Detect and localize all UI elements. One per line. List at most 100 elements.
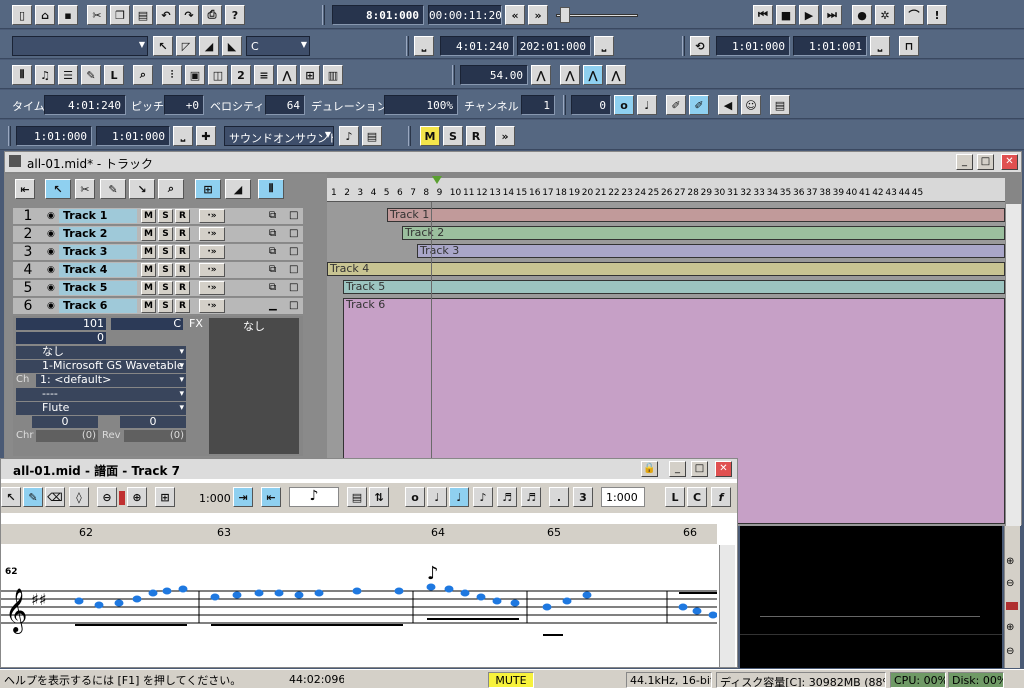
thirtysecond-note-icon[interactable]: ♬ <box>521 487 541 507</box>
track-solo-button[interactable]: S <box>158 263 173 277</box>
track-name[interactable]: Track 6 <box>59 299 137 313</box>
studioware-icon[interactable]: ⊞ <box>300 65 320 85</box>
stop-icon[interactable]: ■ <box>776 5 796 25</box>
track-maximize-icon[interactable]: □ <box>289 228 298 239</box>
patch-select[interactable]: Flute <box>16 402 186 415</box>
position-slider-thumb[interactable] <box>560 7 570 23</box>
track-row[interactable]: 4 ◉ Track 4 M S R ·» ⧉ □ <box>13 262 303 279</box>
score-window-titlebar[interactable]: all-01.mid - 譜面 - Track 7 <box>1 459 737 479</box>
automation-icon[interactable]: ◢ <box>225 179 251 199</box>
track-fx-icon[interactable]: ·» <box>199 209 225 223</box>
track-maximize-icon[interactable]: □ <box>289 300 298 311</box>
now-marker-icon[interactable] <box>432 176 442 184</box>
track-solo-button[interactable]: S <box>158 299 173 313</box>
rewind-marker-icon[interactable]: « <box>505 5 525 25</box>
tempo-ratio1-icon[interactable]: ⋀ <box>560 65 580 85</box>
from-time-display[interactable]: 4:01:240 <box>440 36 514 56</box>
track-window-titlebar[interactable]: all-01.mid* - トラック <box>5 152 1021 172</box>
track-mute-button[interactable]: M <box>141 263 156 277</box>
clip-track-3[interactable]: Track 3 <box>417 244 1005 258</box>
zoom-scrollbar[interactable]: ⊕ ⊖ ⊕ ⊖ <box>1004 526 1020 668</box>
pencil-tool-icon[interactable]: ✎ <box>23 487 43 507</box>
record-icon[interactable]: ● <box>852 5 872 25</box>
grid-icon[interactable]: ⊞ <box>155 487 175 507</box>
track-restore-icon[interactable]: ⧉ <box>269 282 276 293</box>
loop-from-display[interactable]: 1:01:000 <box>716 36 790 56</box>
record-from-display[interactable]: 1:01:000 <box>16 126 92 146</box>
close-icon[interactable]: ✕ <box>715 461 732 477</box>
track-row[interactable]: 1 ◉ Track 1 M S R ·» ⧉ □ <box>13 208 303 225</box>
zoom-in-icon[interactable]: ⊕ <box>1006 556 1014 567</box>
clip-track-2[interactable]: Track 2 <box>402 226 1005 240</box>
select-tool-icon[interactable]: ◸ <box>176 36 196 56</box>
track-row[interactable]: 6 ◉ Track 6 M S R ·» ▁ □ <box>13 298 303 315</box>
track-mute-button[interactable]: M <box>141 227 156 241</box>
loop-to-display[interactable]: 1:01:001 <box>793 36 867 56</box>
track-fx-icon[interactable]: ·» <box>199 227 225 241</box>
track-fx-icon[interactable]: ·» <box>199 281 225 295</box>
punch-icon[interactable]: ⊓ <box>899 36 919 56</box>
go-to-end-icon[interactable]: ⏭ <box>822 5 842 25</box>
snap2-icon[interactable]: ⇤ <box>261 487 281 507</box>
smpte-time-display[interactable]: 00:00:11:20 <box>428 5 502 25</box>
loop-icon[interactable]: ⟲ <box>690 36 710 56</box>
track-arm-button[interactable]: R <box>175 227 190 241</box>
half-note-icon[interactable]: ♩ <box>427 487 447 507</box>
track-mute-button[interactable]: M <box>141 299 156 313</box>
eraser-tool-icon[interactable]: ⌫ <box>45 487 65 507</box>
track-maximize-icon[interactable]: □ <box>289 246 298 257</box>
zoom-slider-icon[interactable] <box>1006 602 1018 610</box>
tempo-insert-icon[interactable]: ⋀ <box>531 65 551 85</box>
draw-tool-icon[interactable]: ✎ <box>100 179 126 199</box>
open-folder-icon[interactable]: ⌂ <box>35 5 55 25</box>
track-arm-button[interactable]: R <box>175 299 190 313</box>
from-set-icon[interactable]: ⎵ <box>414 36 434 56</box>
metronome-icon[interactable]: ⌒ <box>904 5 924 25</box>
track-maximize-icon[interactable]: □ <box>289 264 298 275</box>
undo-icon[interactable]: ↶ <box>156 5 176 25</box>
marker-edit-icon[interactable]: ◣ <box>222 36 242 56</box>
pitch-value[interactable]: +0 <box>164 95 204 115</box>
staff-area[interactable]: 62 𝄞 ♯♯ ♪ <box>1 549 717 667</box>
cut-icon[interactable]: ✂ <box>87 5 107 25</box>
smile-icon[interactable]: ☺ <box>741 95 761 115</box>
staff-view-icon[interactable]: ♫ <box>35 65 55 85</box>
track-pane-toggle-icon[interactable]: ⇤ <box>15 179 35 199</box>
channel-value[interactable]: 1 <box>521 95 555 115</box>
duration-value[interactable]: 100% <box>384 95 458 115</box>
track-vertical-scrollbar[interactable] <box>1005 204 1021 526</box>
output-toggle-icon[interactable]: » <box>495 126 515 146</box>
track-row[interactable]: 3 ◉ Track 3 M S R ·» ⧉ □ <box>13 244 303 261</box>
track-maximize-icon[interactable]: □ <box>289 282 298 293</box>
now-time-display[interactable]: 8:01:000 <box>332 5 424 25</box>
auto-punch-icon[interactable]: ✲ <box>875 5 895 25</box>
channel-select[interactable]: 1: <default> <box>36 374 186 387</box>
forward-marker-icon[interactable]: » <box>528 5 548 25</box>
track-arm-button[interactable]: R <box>175 263 190 277</box>
meter-icon[interactable]: 2 <box>231 65 251 85</box>
zoom-in-icon[interactable]: ⊕ <box>1006 622 1014 633</box>
key-select[interactable]: C <box>246 36 310 56</box>
new-file-icon[interactable]: ▯ <box>12 5 32 25</box>
zoom-out-icon[interactable]: ⊖ <box>1006 646 1014 657</box>
play-icon[interactable]: ▶ <box>799 5 819 25</box>
clip-track-1[interactable]: Track 1 <box>387 208 1005 222</box>
cursor-tool-icon[interactable]: ↖ <box>153 36 173 56</box>
virtual-piano-icon[interactable]: ▥ <box>323 65 343 85</box>
grid-icon[interactable]: ⊞ <box>195 179 221 199</box>
zoom-out-icon[interactable]: ⊖ <box>97 487 117 507</box>
go-to-start-icon[interactable]: ⏮ <box>753 5 773 25</box>
sysx-icon[interactable]: ▣ <box>185 65 205 85</box>
lyrics-icon[interactable]: ✎ <box>81 65 101 85</box>
track-name[interactable]: Track 3 <box>59 245 137 259</box>
thru-set-icon[interactable]: ⎵ <box>594 36 614 56</box>
track-name[interactable]: Track 2 <box>59 227 137 241</box>
big-time-icon[interactable]: ◫ <box>208 65 228 85</box>
dynamics-f-button[interactable]: f <box>711 487 731 507</box>
maximize-icon[interactable]: □ <box>691 461 708 477</box>
quarter-note-icon[interactable]: ♩ <box>449 487 469 507</box>
loop-construction-icon[interactable]: L <box>104 65 124 85</box>
tempo-ratio2-icon[interactable]: ⋀ <box>583 65 603 85</box>
track-row[interactable]: 5 ◉ Track 5 M S R ·» ⧉ □ <box>13 280 303 297</box>
track-mute-button[interactable]: M <box>141 245 156 259</box>
